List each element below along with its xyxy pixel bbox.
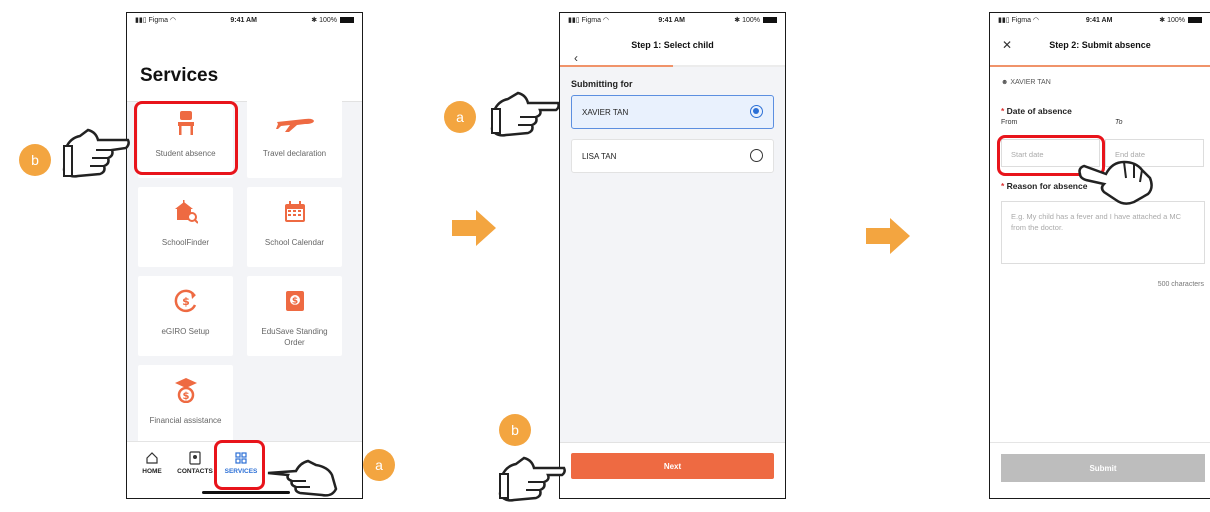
nav-label: HOME	[142, 468, 162, 475]
step-badge-b: b	[19, 144, 51, 176]
header: Services	[127, 27, 362, 102]
tile-financial-assistance[interactable]: $ Financial assistance	[138, 365, 233, 445]
step-badge-a: a	[363, 449, 395, 481]
wifi-icon: ◠	[602, 17, 610, 24]
battery-label: 100%	[319, 17, 337, 24]
tile-schoolfinder[interactable]: SchoolFinder	[138, 187, 233, 267]
pointing-hand-icon	[62, 128, 130, 178]
step-progress	[990, 65, 1210, 67]
step-progress	[560, 65, 785, 67]
submit-absence-screen: ▮▮▯ Figma ◠ 9:41 AM ✱ 100% ✕ Step 2: Sub…	[989, 12, 1210, 499]
tile-egiro-setup[interactable]: $ eGIRO Setup	[138, 276, 233, 356]
tile-label: School Calendar	[264, 238, 325, 247]
contacts-icon	[175, 450, 215, 466]
step-badge-a: a	[444, 101, 476, 133]
signal-icon: ▮▮▯	[135, 17, 147, 24]
nav-label: CONTACTS	[177, 468, 213, 475]
header: ‹ Step 1: Select child	[560, 27, 785, 67]
battery-label: 100%	[1167, 17, 1185, 24]
status-bar: ▮▮▯ Figma ◠ 9:41 AM ✱ 100%	[127, 13, 362, 27]
child-option-lisa[interactable]: LISA TAN	[571, 139, 774, 173]
dollar-refresh-icon: $	[138, 288, 233, 314]
tile-travel-declaration[interactable]: Travel declaration	[247, 98, 342, 178]
tile-label: Financial assistance	[149, 416, 222, 425]
footer: Submit	[990, 442, 1210, 498]
airplane-icon	[247, 110, 342, 136]
carrier-label: Figma	[581, 17, 601, 24]
reason-textarea[interactable]: E.g. My child has a fever and I have att…	[1001, 201, 1205, 264]
tile-label: SchoolFinder	[161, 238, 210, 247]
select-child-screen: ▮▮▯ Figma ◠ 9:41 AM ✱ 100% ‹ Step 1: Sel…	[559, 12, 786, 499]
highlight-services-tab	[214, 440, 265, 490]
footer: Next	[560, 442, 785, 498]
child-option-xavier[interactable]: XAVIER TAN	[571, 95, 774, 129]
from-label: From	[1001, 119, 1018, 126]
child-name: XAVIER TAN	[1010, 79, 1051, 86]
date-label: * Date of absence	[1001, 106, 1072, 116]
svg-text:$: $	[182, 391, 189, 402]
calendar-icon	[247, 199, 342, 225]
bluetooth-icon: ✱	[734, 17, 741, 24]
carrier-label: Figma	[148, 17, 168, 24]
page-title: Step 2: Submit absence	[1049, 40, 1151, 50]
reason-label: * Reason for absence	[1001, 181, 1088, 191]
person-icon: ☻	[1001, 79, 1009, 86]
next-button[interactable]: Next	[571, 453, 774, 479]
highlight-student-absence	[134, 101, 238, 175]
date-label-text: Date of absence	[1006, 106, 1072, 116]
svg-text:$: $	[182, 295, 190, 308]
tile-label: Travel declaration	[262, 149, 327, 158]
signal-icon: ▮▮▯	[998, 17, 1010, 24]
bluetooth-icon: ✱	[311, 17, 318, 24]
flow-arrow-icon	[452, 210, 496, 246]
battery-label: 100%	[742, 17, 760, 24]
school-search-icon	[138, 199, 233, 225]
battery-icon	[339, 17, 354, 24]
tile-edusave-standing-order[interactable]: $ EduSave Standing Order	[247, 276, 342, 356]
tile-school-calendar[interactable]: School Calendar	[247, 187, 342, 267]
clock: 9:41 AM	[1085, 16, 1113, 24]
carrier-label: Figma	[1011, 17, 1031, 24]
battery-icon	[1187, 17, 1202, 24]
pointing-hand-icon	[267, 459, 338, 497]
clock: 9:41 AM	[658, 16, 685, 24]
tile-label: EduSave Standing Order	[261, 327, 328, 347]
pointing-hand-icon	[498, 456, 566, 502]
money-book-icon: $	[247, 288, 342, 314]
radio-unselected[interactable]	[750, 149, 763, 162]
section-label: Submitting for	[571, 79, 633, 89]
bluetooth-icon: ✱	[1159, 17, 1166, 24]
signal-icon: ▮▮▯	[568, 17, 580, 24]
flow-arrow-icon	[866, 218, 910, 254]
svg-text:$: $	[291, 297, 297, 307]
page-title: Step 1: Select child	[631, 40, 714, 50]
status-bar: ▮▮▯ Figma ◠ 9:41 AM ✱ 100%	[990, 13, 1210, 27]
clock: 9:41 AM	[230, 16, 257, 24]
pointing-hand-icon	[1078, 160, 1153, 205]
to-label: To	[1115, 119, 1123, 126]
child-name: XAVIER TAN	[582, 108, 629, 117]
nav-contacts[interactable]: CONTACTS	[175, 450, 215, 475]
tile-label: eGIRO Setup	[161, 327, 210, 336]
selected-child: ☻ XAVIER TAN	[1001, 79, 1051, 86]
page-title: Services	[140, 65, 219, 86]
back-icon[interactable]: ‹	[574, 51, 578, 65]
wifi-icon: ◠	[169, 17, 177, 24]
status-bar: ▮▮▯ Figma ◠ 9:41 AM ✱ 100%	[560, 13, 785, 27]
submit-button[interactable]: Submit	[1001, 454, 1205, 482]
header: ✕ Step 2: Submit absence	[990, 27, 1210, 67]
child-name: LISA TAN	[582, 152, 617, 161]
pointing-hand-icon	[490, 91, 560, 137]
radio-selected[interactable]	[750, 105, 763, 118]
battery-icon	[762, 17, 777, 24]
services-screen: ▮▮▯ Figma ◠ 9:41 AM ✱ 100% Services Stud…	[126, 12, 363, 499]
graduation-money-icon: $	[138, 377, 233, 403]
char-count: 500 characters	[1157, 281, 1204, 288]
wifi-icon: ◠	[1032, 17, 1040, 24]
home-icon	[132, 450, 172, 466]
nav-home[interactable]: HOME	[132, 450, 172, 475]
